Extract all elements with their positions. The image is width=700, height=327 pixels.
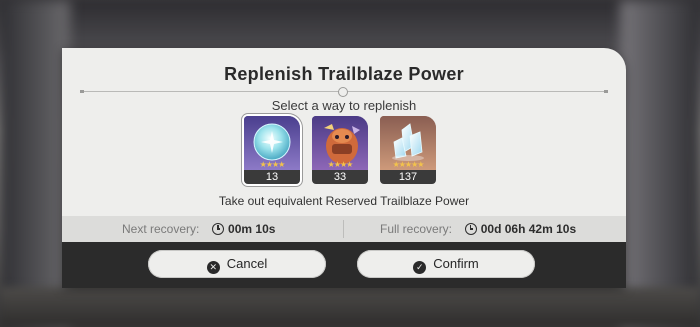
background-bottom — [0, 287, 700, 327]
full-recovery-label: Full recovery: — [380, 222, 453, 236]
rarity-stars: ★★★★ — [259, 160, 286, 169]
button-bar: ✕ Cancel ✓ Confirm — [62, 242, 626, 288]
check-icon: ✓ — [413, 261, 427, 274]
recovery-bar: Next recovery: 00m 10s Full recovery: 00… — [62, 216, 626, 242]
confirm-button[interactable]: ✓ Confirm — [357, 250, 535, 278]
item-count: 137 — [380, 170, 436, 184]
background-left — [0, 0, 70, 327]
confirm-label: Confirm — [433, 256, 479, 271]
replenish-options: ★★★★ 13 ★★★★ 33 ★★★★★ 137 — [244, 116, 444, 186]
clock-icon — [212, 223, 225, 235]
cancel-label: Cancel — [226, 256, 268, 271]
option-description: Take out equivalent Reserved Trailblaze … — [218, 194, 470, 208]
close-icon: ✕ — [206, 261, 220, 274]
dialog-title: Replenish Trailblaze Power — [224, 64, 464, 84]
option-stellar-jade[interactable]: ★★★★★ 137 — [380, 116, 436, 184]
next-recovery: Next recovery: 00m 10s — [122, 216, 275, 242]
item-count: 13 — [244, 170, 300, 184]
next-recovery-label: Next recovery: — [122, 222, 200, 236]
full-recovery-value: 00d 06h 42m 10s — [480, 222, 577, 236]
clock-icon — [464, 223, 477, 235]
option-fuel[interactable]: ★★★★ 33 — [312, 116, 368, 184]
full-recovery: Full recovery: 00d 06h 42m 10s — [380, 216, 576, 242]
option-crystal-orb[interactable]: ★★★★ 13 — [244, 116, 300, 184]
replenish-dialog: Replenish Trailblaze Power Select a way … — [62, 48, 626, 288]
rarity-stars: ★★★★★ — [392, 160, 425, 169]
recovery-separator — [343, 220, 344, 238]
background-top — [0, 0, 700, 50]
background-right — [620, 0, 700, 327]
cancel-button[interactable]: ✕ Cancel — [148, 250, 326, 278]
rarity-stars: ★★★★ — [327, 160, 354, 169]
divider-tick-left — [80, 90, 84, 93]
next-recovery-value: 00m 10s — [228, 222, 276, 236]
divider-tick-right — [604, 90, 608, 93]
divider-ornament-icon — [338, 87, 348, 97]
dialog-subtitle: Select a way to replenish — [271, 98, 417, 113]
item-count: 33 — [312, 170, 368, 184]
